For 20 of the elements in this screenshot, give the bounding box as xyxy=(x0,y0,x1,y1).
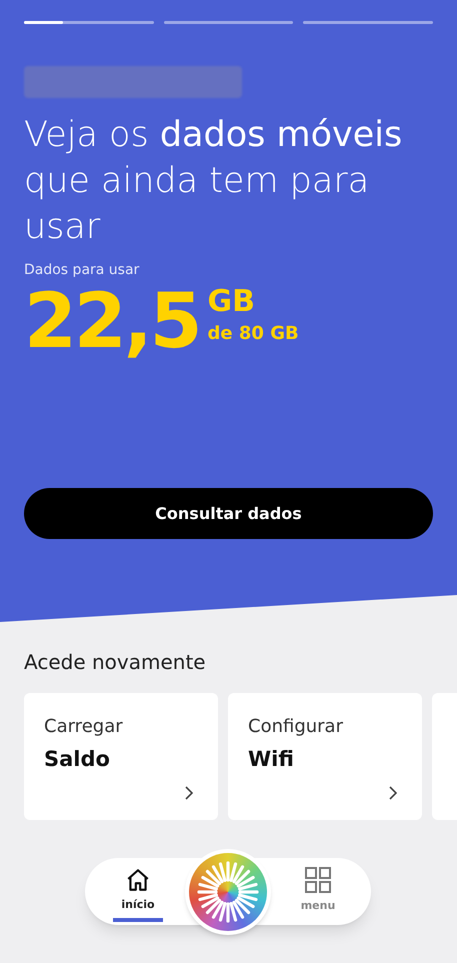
card-target: Saldo xyxy=(44,746,111,773)
home-icon xyxy=(125,867,151,894)
headline: Veja os dados móveis que ainda tem para usar xyxy=(24,114,404,249)
card-target: Wifi xyxy=(248,746,295,773)
spinner-icon xyxy=(197,860,259,922)
chevron-right-icon xyxy=(388,786,398,800)
data-unit: GB xyxy=(208,285,256,319)
consult-data-button[interactable]: Consultar dados xyxy=(24,488,433,539)
data-total: de 80 GB xyxy=(208,322,299,346)
section-title: Acede novamente xyxy=(23,649,207,676)
nav-tab[interactable]: início xyxy=(113,861,163,922)
card-action: Configurar xyxy=(248,715,344,739)
shortcut-card[interactable]: Configurar Wifi xyxy=(228,693,422,820)
data-amount: 22,5 xyxy=(24,283,200,359)
card-action: Carregar xyxy=(44,715,124,739)
nav-tab[interactable]: menu xyxy=(293,860,343,923)
data-label: Dados para usar xyxy=(24,261,140,280)
chevron-right-icon xyxy=(184,786,194,800)
shortcut-card[interactable]: Carregar Saldo xyxy=(24,693,218,820)
grid-icon xyxy=(304,866,332,894)
